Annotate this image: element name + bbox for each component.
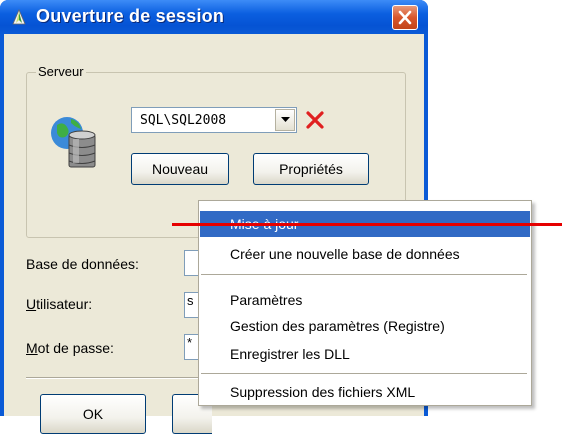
database-label: Base de données: (26, 256, 139, 272)
menu-item-parameters[interactable]: Paramètres (200, 287, 530, 313)
delete-server-button[interactable] (301, 106, 329, 134)
close-button[interactable] (392, 5, 418, 30)
database-globe-icon (51, 117, 96, 168)
menu-item-delete-xml[interactable]: Suppression des fichiers XML (200, 379, 530, 405)
red-x-icon (306, 111, 324, 129)
menu-item-registry-settings[interactable]: Gestion des paramètres (Registre) (200, 313, 530, 339)
user-label-accesskey: U (26, 296, 37, 312)
ok-button[interactable]: OK (40, 394, 146, 434)
password-label-accesskey: M (26, 340, 38, 356)
server-group-label: Serveur (36, 64, 86, 79)
close-icon (398, 10, 412, 25)
user-label-rest: tilisateur: (36, 296, 93, 312)
divider (26, 377, 206, 379)
title-bar[interactable]: Ouverture de session (0, 0, 428, 34)
menu-separator (201, 373, 527, 374)
server-dropdown-button[interactable] (275, 109, 295, 131)
context-menu: Mise à jour Créer une nouvelle base de d… (198, 200, 532, 406)
menu-item-register-dll[interactable]: Enregistrer les DLL (200, 341, 530, 367)
new-server-button[interactable]: Nouveau (131, 153, 229, 185)
annotation-line (172, 223, 562, 226)
menu-separator (201, 274, 527, 275)
password-label: Mot de passe: (26, 340, 114, 356)
password-label-rest: ot de passe: (37, 340, 114, 356)
menu-item-create-database[interactable]: Créer une nouvelle base de données (200, 241, 530, 267)
chevron-down-icon (281, 117, 290, 122)
quill-icon (12, 8, 26, 25)
user-label: Utilisateur: (26, 296, 92, 312)
server-properties-button[interactable]: Propriétés (253, 153, 369, 185)
server-select[interactable]: SQL\SQL2008 (131, 107, 297, 133)
server-select-value: SQL\SQL2008 (140, 113, 227, 128)
window-title: Ouverture de session (36, 6, 225, 26)
